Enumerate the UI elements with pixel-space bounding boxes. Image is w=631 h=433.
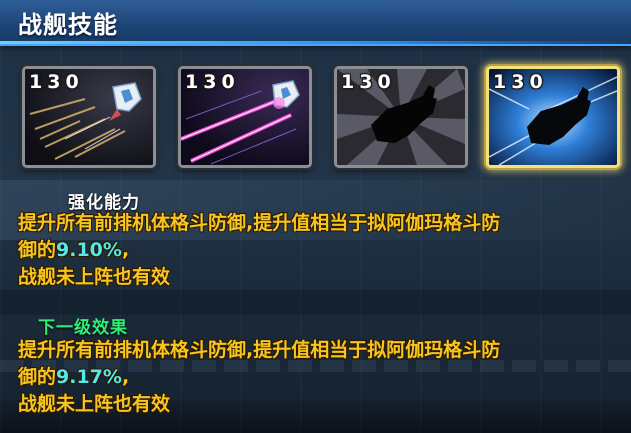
description-text: , — [121, 239, 130, 261]
effect-value: 9.17% — [56, 366, 122, 388]
description-line: 提升所有前排机体格斗防御,提升值相当于拟阿伽玛格斗防 — [18, 212, 501, 234]
description-line: 战舰未上阵也有效 — [18, 266, 171, 288]
description-line: 提升所有前排机体格斗防御,提升值相当于拟阿伽玛格斗防 — [18, 339, 501, 361]
description-line: 战舰未上阵也有效 — [18, 393, 171, 415]
description-text: 御的 — [18, 239, 57, 261]
header-bar: 战舰技能 — [0, 0, 631, 46]
skill-slot-4[interactable]: 130 — [486, 66, 620, 168]
background-stripe — [0, 290, 631, 315]
skill-level: 130 — [29, 71, 84, 93]
skill-slot-3[interactable]: 130 — [334, 66, 468, 168]
effect-value: 9.10% — [56, 239, 122, 261]
description-line: 御的9.10%, — [18, 237, 618, 264]
skill-level: 130 — [493, 71, 548, 93]
next-effect-description: 提升所有前排机体格斗防御,提升值相当于拟阿伽玛格斗防 御的9.17%, 战舰未上… — [18, 337, 618, 418]
description-line: 御的9.17%, — [18, 364, 618, 391]
skill-slot-2[interactable]: 130 — [178, 66, 312, 168]
description-text: , — [121, 366, 130, 388]
description-text: 御的 — [18, 366, 57, 388]
skill-level: 130 — [341, 71, 396, 93]
next-level-title: 下一级效果 — [38, 318, 128, 338]
page-title: 战舰技能 — [18, 11, 118, 39]
skill-level: 130 — [185, 71, 240, 93]
skill-slot-1[interactable]: 130 — [22, 66, 156, 168]
current-effect-description: 提升所有前排机体格斗防御,提升值相当于拟阿伽玛格斗防 御的9.10%, 战舰未上… — [18, 210, 618, 291]
